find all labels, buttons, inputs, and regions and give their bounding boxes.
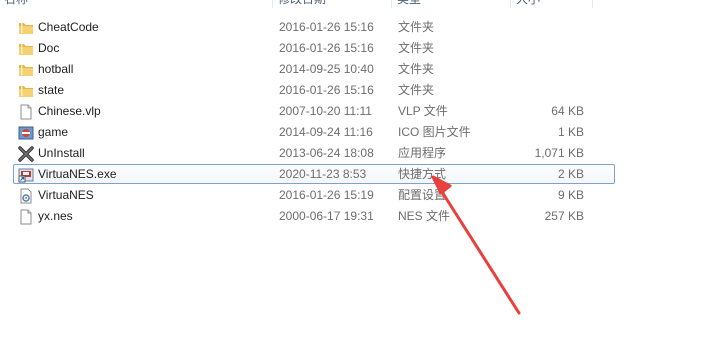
annotation-arrow bbox=[431, 175, 521, 315]
